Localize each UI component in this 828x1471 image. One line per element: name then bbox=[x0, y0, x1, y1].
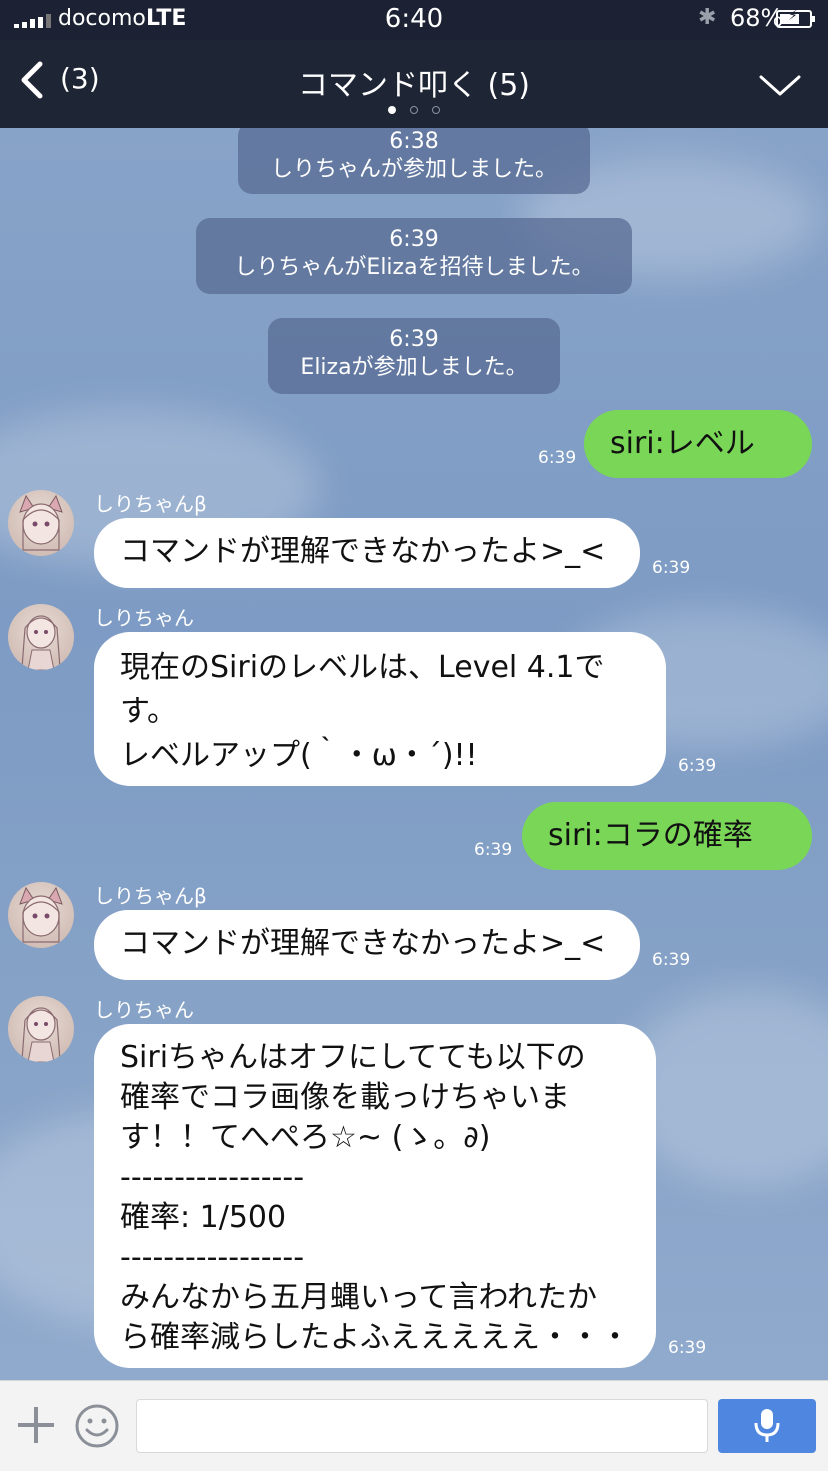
system-message-text: しりちゃんが参加しました。 bbox=[270, 157, 557, 182]
sender-name: しりちゃんβ bbox=[94, 884, 207, 908]
sender-name: しりちゃん bbox=[94, 606, 194, 630]
message-time: 6:39 bbox=[652, 558, 691, 578]
avatar[interactable] bbox=[8, 604, 74, 670]
avatar-image bbox=[21, 615, 61, 670]
message-time: 6:39 bbox=[538, 448, 577, 468]
charging-icon: ⚡ bbox=[788, 8, 798, 24]
sender-name: しりちゃんβ bbox=[94, 492, 207, 516]
incoming-message-bubble[interactable]: Siriちゃんはオフにしてても以下の 確率でコラ画像を載っけちゃいま す！！てへ… bbox=[94, 1024, 656, 1368]
chat-header: (3) コマンド叩く (5) bbox=[0, 40, 828, 128]
avatar-image bbox=[19, 494, 63, 551]
message-input-bar bbox=[0, 1380, 828, 1471]
incoming-message-bubble[interactable]: コマンドが理解できなかったよ>_< bbox=[94, 910, 640, 980]
message-input[interactable] bbox=[136, 1399, 708, 1453]
avatar[interactable] bbox=[8, 996, 74, 1062]
incoming-message-bubble[interactable]: 現在のSiriのレベルは、Level 4.1で す。 レベルアップ(｀・ω・´)… bbox=[94, 632, 666, 786]
message-time: 6:39 bbox=[678, 756, 717, 776]
outgoing-message-bubble[interactable]: siri:コラの確率 bbox=[522, 802, 812, 870]
page-dot bbox=[432, 106, 440, 114]
message-time: 6:39 bbox=[474, 840, 513, 860]
system-message-time: 6:39 bbox=[389, 327, 439, 352]
bluetooth-icon: ✱ bbox=[698, 5, 717, 30]
emoji-icon[interactable] bbox=[74, 1403, 120, 1449]
chevron-down-icon[interactable] bbox=[758, 74, 802, 98]
plus-icon[interactable] bbox=[16, 1405, 56, 1445]
page-dot bbox=[388, 106, 396, 114]
status-bar: docomo LTE 6:40 ✱ 68% ⚡ bbox=[0, 0, 828, 40]
avatar[interactable] bbox=[8, 490, 74, 556]
microphone-icon bbox=[754, 1409, 780, 1442]
system-message: 6:39 しりちゃんがElizaを招待しました。 bbox=[196, 218, 632, 294]
page-dot bbox=[410, 106, 418, 114]
avatar-image bbox=[21, 1007, 61, 1062]
message-time: 6:39 bbox=[668, 1338, 707, 1358]
avatar[interactable] bbox=[8, 882, 74, 948]
system-message-text: しりちゃんがElizaを招待しました。 bbox=[234, 255, 594, 280]
page-indicator bbox=[0, 106, 828, 114]
sender-name: しりちゃん bbox=[94, 998, 194, 1022]
message-time: 6:39 bbox=[652, 950, 691, 970]
system-message: 6:39 Elizaが参加しました。 bbox=[268, 318, 560, 394]
system-message-time: 6:38 bbox=[389, 129, 439, 154]
incoming-message-bubble[interactable]: コマンドが理解できなかったよ>_< bbox=[94, 518, 640, 588]
chat-title: コマンド叩く (5) bbox=[297, 68, 531, 103]
system-message-time: 6:39 bbox=[389, 227, 439, 252]
system-message-text: Elizaが参加しました。 bbox=[300, 355, 528, 380]
voice-message-button[interactable] bbox=[718, 1399, 816, 1453]
battery-icon: ⚡ bbox=[776, 8, 815, 28]
outgoing-message-bubble[interactable]: siri:レベル bbox=[584, 410, 812, 478]
message-list[interactable]: 6:38 しりちゃんが参加しました。 6:39 しりちゃんがElizaを招待しま… bbox=[0, 128, 828, 1380]
avatar-image bbox=[19, 886, 63, 943]
system-message: 6:38 しりちゃんが参加しました。 bbox=[238, 128, 590, 194]
